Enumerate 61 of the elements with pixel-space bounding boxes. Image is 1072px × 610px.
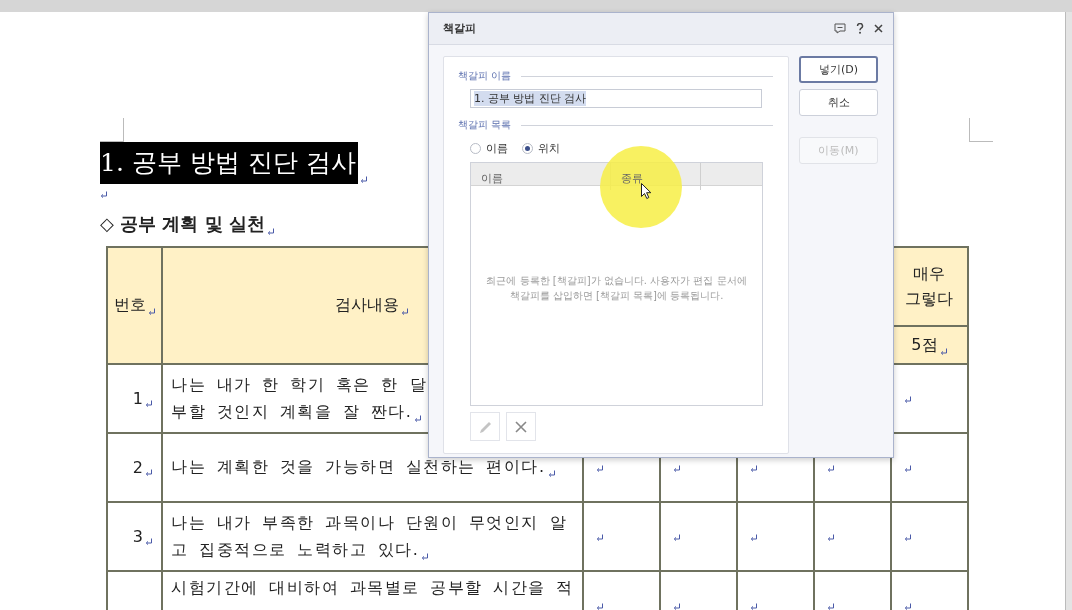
cell-text: 5점 xyxy=(911,334,938,356)
sort-radio[interactable]: 이름 xyxy=(470,141,508,156)
cell-text: 3 xyxy=(132,527,143,546)
return-mark-icon xyxy=(903,603,912,610)
return-mark-icon xyxy=(939,347,948,356)
dialog-button[interactable]: 취소 xyxy=(799,89,878,116)
return-mark-icon xyxy=(401,308,410,316)
return-mark-icon xyxy=(145,469,153,477)
empty-message: 최근에 등록한 [책갈피]가 없습니다. 사용자가 편집 문서에 책갈피를 삽입하면 [책갈피 목록]에 등록됩니다. xyxy=(485,274,748,303)
section-label: 책갈피 목록 xyxy=(458,118,512,132)
close-icon[interactable] xyxy=(874,24,883,33)
cell-text: 시험기간에 대비하여 과목별로 공부할 시간을 적 xyxy=(171,578,574,599)
dialog-button[interactable]: 넣기(D) xyxy=(799,56,878,83)
return-mark-icon xyxy=(903,465,912,473)
cell-text: 1 xyxy=(132,389,143,408)
return-mark-icon xyxy=(595,465,604,473)
cell-text: 나는 내가 부족한 과목이나 단원이 무엇인지 알 xyxy=(171,512,567,534)
return-mark-icon xyxy=(421,552,430,561)
sort-radio[interactable]: 위치 xyxy=(522,141,560,156)
cross-icon xyxy=(513,418,529,435)
return-mark-icon xyxy=(672,534,681,542)
section-label: 책갈피 이름 xyxy=(458,69,512,83)
return-mark-icon xyxy=(266,228,275,236)
return-mark-icon xyxy=(595,534,604,542)
return-mark-icon xyxy=(145,400,153,408)
cell-text: 매우 그렇다 xyxy=(905,263,954,310)
help-icon[interactable] xyxy=(856,23,864,34)
cell-text: 나는 계획한 것을 가능하면 실천하는 편이다. xyxy=(171,457,546,478)
return-mark-icon xyxy=(903,534,912,542)
return-mark-icon xyxy=(547,470,556,478)
cell-text: 고 집중적으로 노력하고 있다. xyxy=(171,539,420,561)
return-mark-icon xyxy=(749,465,758,473)
return-mark-icon xyxy=(672,603,681,610)
return-mark-icon xyxy=(826,465,835,473)
return-mark-icon xyxy=(903,396,912,404)
delete-button[interactable] xyxy=(506,412,536,441)
return-mark-icon xyxy=(100,191,108,199)
return-mark-icon xyxy=(414,414,423,423)
column-header[interactable]: 이름 xyxy=(481,172,503,185)
return-mark-icon xyxy=(595,603,604,610)
column-header[interactable]: 종류 xyxy=(621,172,643,185)
selected-heading: 1. 공부 방법 진단 검사 xyxy=(100,142,358,184)
return-mark-icon xyxy=(359,176,368,184)
comment-icon[interactable] xyxy=(834,23,846,34)
bookmark-name-field[interactable]: 1. 공부 방법 진단 검사 xyxy=(470,89,762,108)
return-mark-icon xyxy=(145,538,153,546)
cell-text: 번호 xyxy=(113,295,146,316)
dialog-title: 책갈피 xyxy=(443,21,477,36)
return-mark-icon xyxy=(749,534,758,542)
cell-text: 부할 것인지 계획을 잘 짠다. xyxy=(171,401,413,423)
cell-text: 검사내용 xyxy=(335,295,400,316)
cell-text: 2 xyxy=(132,458,143,477)
return-mark-icon xyxy=(147,308,156,316)
return-mark-icon xyxy=(826,534,835,542)
mouse-pointer-icon xyxy=(641,183,652,200)
return-mark-icon xyxy=(826,603,835,610)
section-heading: ◇ 공부 계획 및 실천 xyxy=(100,212,265,236)
return-mark-icon xyxy=(749,603,758,610)
return-mark-icon xyxy=(672,465,681,473)
cell-text: 나는 내가 한 학기 혹은 한 달 xyxy=(171,374,427,396)
margin-corner-mark xyxy=(969,118,993,142)
